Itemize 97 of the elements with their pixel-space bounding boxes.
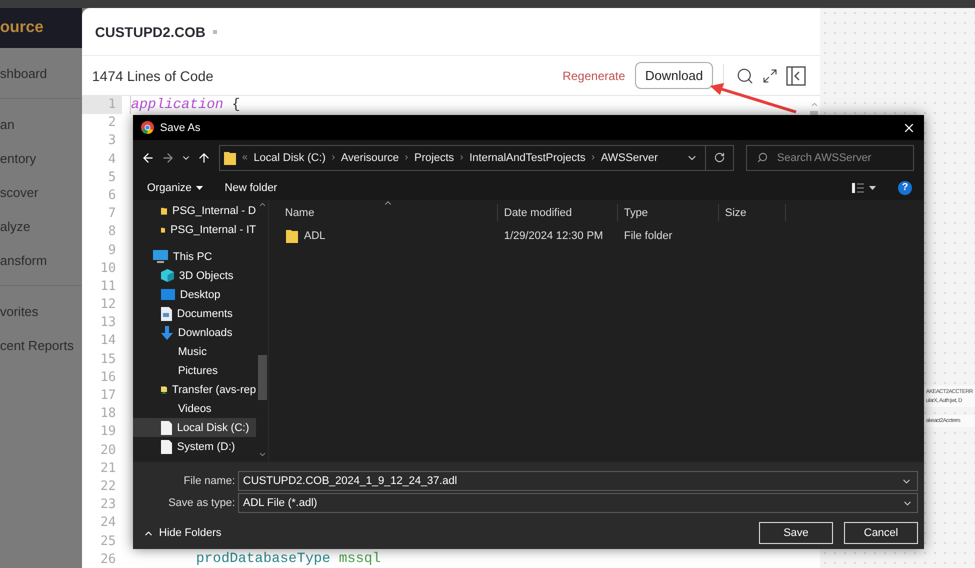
path-separator: › <box>592 152 595 163</box>
forward-icon[interactable] <box>161 150 175 164</box>
line-number: 11 <box>99 278 117 296</box>
path-separator: › <box>460 152 464 163</box>
nav-item[interactable]: Desktop <box>133 285 256 304</box>
line-number: 9 <box>107 242 117 260</box>
collapse-panel-icon[interactable] <box>784 64 808 88</box>
hide-folders-button[interactable]: Hide Folders <box>143 527 222 539</box>
scrollbar-thumb[interactable] <box>258 355 266 400</box>
organize-menu[interactable]: Organize <box>147 182 203 194</box>
scroll-up-icon[interactable] <box>258 200 266 209</box>
line-number: 23 <box>99 496 117 514</box>
file-name-field[interactable]: CUSTUPD2.COB_2024_1_9_12_24_37.adl <box>238 471 918 491</box>
breadcrumb-item[interactable]: Local Disk (C:) <box>254 152 326 164</box>
nav-item[interactable]: This PC <box>133 247 256 266</box>
line-number: 25 <box>99 532 117 550</box>
nav-item[interactable]: Local Disk (C:) <box>133 418 256 437</box>
save-button[interactable]: Save <box>759 522 833 544</box>
column-header[interactable]: Type <box>618 204 719 221</box>
column-header[interactable]: Name <box>269 204 498 221</box>
line-number: 6 <box>107 186 117 205</box>
brand-logo: ource <box>0 8 82 48</box>
date-cell-text: 1/29/2024 12:30 PM <box>503 230 604 242</box>
up-icon[interactable] <box>197 150 211 164</box>
scroll-up-icon[interactable] <box>810 100 818 109</box>
search-field[interactable]: Search AWSServer <box>746 144 914 170</box>
download-icon <box>161 326 173 340</box>
folder-icon <box>224 150 236 164</box>
code-line: application { <box>131 97 240 113</box>
line-number: 2 <box>107 114 117 132</box>
dropdown-triangle-icon <box>196 186 203 190</box>
line-number: 4 <box>107 150 117 169</box>
nav-item[interactable]: Videos <box>133 399 256 418</box>
nav-item[interactable]: PSG_Internal - IT <box>133 220 256 239</box>
nav-item[interactable]: System (D:) <box>133 437 256 456</box>
search-icon <box>757 152 768 162</box>
cancel-button[interactable]: Cancel <box>844 522 918 544</box>
drive-icon <box>161 420 172 434</box>
nav-item[interactable]: PSG_Internal - D <box>133 201 256 220</box>
line-number: 10 <box>99 260 117 278</box>
type-cell-text: File folder <box>623 230 674 242</box>
line-number: 26 <box>99 550 117 568</box>
field-label: File name: <box>182 475 236 487</box>
nav-item[interactable]: Downloads <box>133 323 256 342</box>
nav-item[interactable]: 3D Objects <box>133 266 256 285</box>
regenerate-link[interactable]: Regenerate <box>562 68 626 82</box>
code-line: prodDatabaseType mssql <box>196 550 381 567</box>
dialog-title: Save As <box>160 122 202 134</box>
nav-item[interactable]: Documents <box>133 304 256 323</box>
column-header[interactable]: Date modified <box>498 204 618 221</box>
field-label: Save as type: <box>167 497 236 509</box>
line-number: 19 <box>99 423 117 442</box>
line-number: 16 <box>99 368 117 387</box>
breadcrumb-item[interactable]: Averisource <box>341 152 399 164</box>
line-count: 1474 Lines of Code <box>92 68 214 84</box>
path-separator: › <box>332 152 336 163</box>
line-number: 15 <box>99 350 117 369</box>
line-number: 24 <box>99 514 117 532</box>
document-icon <box>161 306 172 320</box>
nav-item[interactable]: Transfer (avs-rep <box>133 380 256 399</box>
cube-icon <box>161 269 174 282</box>
line-number: 17 <box>99 387 117 405</box>
file-type-dropdown[interactable]: ADL File (*.adl) <box>238 493 918 513</box>
line-number: 3 <box>107 132 117 150</box>
view-options-icon[interactable] <box>852 182 876 192</box>
path-separator: › <box>404 152 408 163</box>
help-button[interactable]: ? <box>898 180 912 194</box>
line-number: 22 <box>99 478 117 496</box>
nav-item[interactable]: Music <box>133 342 256 361</box>
line-number: 12 <box>99 296 117 314</box>
file-title: CUSTUPD2.COB <box>95 24 206 40</box>
drive-icon <box>161 440 172 454</box>
file-name-cell[interactable]: ADL <box>269 229 498 243</box>
line-number: 7 <box>107 205 117 224</box>
breadcrumb-item[interactable]: InternalAndTestProjects <box>469 152 586 164</box>
back-icon[interactable] <box>141 150 155 164</box>
line-number: 21 <box>99 460 117 478</box>
line-number: 14 <box>99 332 117 350</box>
overflow-marker[interactable]: « <box>242 152 248 163</box>
download-button[interactable]: Download <box>635 62 713 89</box>
line-number: 13 <box>99 314 117 332</box>
nav-item[interactable]: Pictures <box>133 361 256 380</box>
line-number: 1 <box>82 96 122 114</box>
line-number: 18 <box>99 405 117 424</box>
scroll-down-icon[interactable] <box>258 450 266 459</box>
browser-logo-icon <box>141 121 154 134</box>
address-bar[interactable]: « Local Disk (C:) › Averisource › Projects › InternalAndTestProjects › AWSServer <box>219 144 734 170</box>
breadcrumb-item[interactable]: Projects <box>414 152 454 164</box>
new-folder-button[interactable]: New folder <box>224 182 278 194</box>
line-number: 20 <box>99 442 117 460</box>
line-number: 5 <box>107 168 117 187</box>
line-number: 8 <box>107 223 117 242</box>
desktop-icon <box>161 289 175 300</box>
column-header[interactable]: Size <box>719 204 786 221</box>
breadcrumb-item[interactable]: AWSServer <box>600 152 658 164</box>
computer-icon <box>153 250 168 263</box>
folder-icon <box>286 229 298 243</box>
